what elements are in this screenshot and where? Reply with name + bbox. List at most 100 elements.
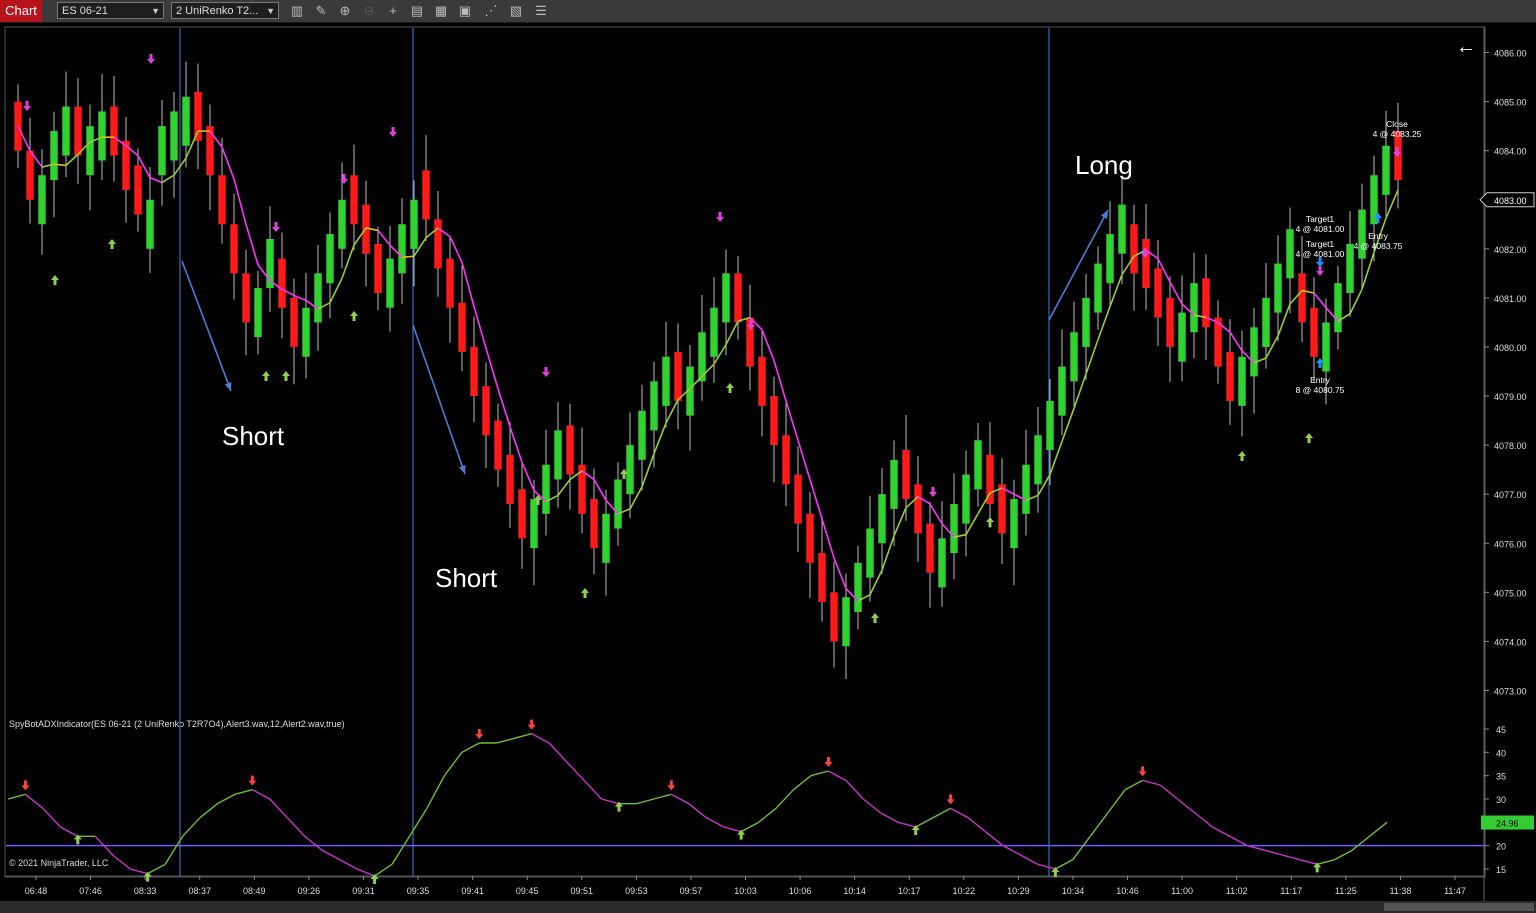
- moving-average-segment: [833, 557, 847, 589]
- candle-body: [878, 494, 886, 544]
- candle-body: [962, 474, 970, 524]
- candle-body: [1142, 239, 1150, 289]
- x-tick-label: 09:45: [516, 886, 539, 896]
- x-tick-label: 08:49: [243, 886, 266, 896]
- adx-line-segment: [182, 817, 201, 837]
- candle-body: [866, 528, 874, 578]
- more-icon[interactable]: ☰: [533, 3, 549, 19]
- buy-signal-arrow: [108, 239, 116, 249]
- trend-arrow-line: [412, 324, 466, 475]
- adx-sell-arrow: [248, 775, 257, 786]
- crosshair-icon[interactable]: +: [385, 3, 401, 19]
- candle-body: [914, 484, 922, 534]
- x-tick-label: 11:17: [1280, 886, 1302, 896]
- adx-line-segment: [199, 803, 218, 819]
- adx-line-segment: [1177, 798, 1196, 814]
- adx-line-segment: [636, 798, 655, 805]
- moving-average-segment: [149, 176, 163, 184]
- candle-body: [950, 503, 958, 554]
- adx-line-segment: [1020, 854, 1039, 865]
- candle-body: [230, 224, 238, 274]
- x-tick-label: 09:57: [680, 886, 703, 896]
- moving-average-segment: [893, 507, 907, 537]
- candle-body: [410, 199, 418, 249]
- adx-line-segment: [793, 775, 812, 791]
- candle-body: [1190, 283, 1198, 333]
- sell-signal-arrow: [1316, 266, 1324, 276]
- price-tick-label: 4080.00: [1494, 343, 1527, 353]
- adx-line-segment: [1299, 858, 1318, 866]
- adx-line-segment: [740, 821, 759, 833]
- zoom-out-icon[interactable]: ⊖: [361, 3, 377, 19]
- candle-body: [1166, 297, 1174, 347]
- chart-tab-label[interactable]: Chart: [0, 0, 42, 22]
- candle-body: [1250, 327, 1258, 377]
- adx-line-segment: [1124, 779, 1143, 791]
- adx-value-label: 24.96: [1496, 819, 1519, 829]
- bar-type-selector[interactable]: 2 UniRenko T2... ▼: [171, 2, 279, 19]
- moving-average-segment: [485, 347, 499, 389]
- price-chart[interactable]: 4086.00 4085.00 4084.00 4083.00 4082.00 4081.…: [0, 23, 1536, 913]
- adx-line-segment: [1089, 812, 1109, 837]
- horizontal-scrollbar[interactable]: [0, 901, 1536, 913]
- candle-body: [398, 224, 406, 274]
- candle-body: [722, 273, 730, 323]
- draw-pencil-icon[interactable]: ✎: [313, 3, 329, 19]
- scrollbar-thumb[interactable]: [1384, 903, 1534, 911]
- adx-line-segment: [112, 854, 131, 870]
- indicators-icon[interactable]: ⋰: [483, 3, 499, 19]
- adx-line-segment: [880, 812, 899, 823]
- trade-label: 4 @ 4081.00: [1296, 224, 1345, 234]
- templates-icon[interactable]: ▦: [433, 3, 449, 19]
- candle-body: [338, 199, 346, 249]
- plot-frame: [4, 26, 1486, 878]
- candle-body: [662, 356, 670, 406]
- x-tick-label: 09:31: [352, 886, 375, 896]
- moving-average-segment: [161, 174, 175, 184]
- candle-body: [782, 435, 790, 485]
- adx-line-segment: [304, 835, 323, 851]
- moving-average-segment: [821, 518, 835, 559]
- moving-average-segment: [377, 229, 391, 246]
- price-tick-label: 4085.00: [1494, 98, 1527, 108]
- adx-line-segment: [514, 732, 532, 740]
- candle-body: [1178, 312, 1186, 362]
- adx-line-segment: [130, 868, 148, 875]
- candle-body: [350, 175, 358, 225]
- candle-body: [1022, 464, 1030, 514]
- adx-line-segment: [967, 817, 986, 833]
- candle-body: [1202, 278, 1210, 328]
- buy-signal-arrow: [1305, 433, 1313, 443]
- moving-average-segment: [521, 461, 535, 491]
- trade-label: Close: [1386, 119, 1408, 129]
- adx-line-segment: [1351, 835, 1370, 851]
- zoom-in-icon[interactable]: ⊕: [337, 3, 353, 19]
- candle-body: [554, 430, 562, 480]
- strategies-icon[interactable]: ▧: [508, 3, 524, 19]
- adx-line-segment: [688, 803, 707, 819]
- instrument-selector[interactable]: ES 06-21 ▼: [57, 2, 164, 19]
- bars-icon[interactable]: ▥: [289, 3, 305, 19]
- candle-body: [506, 454, 514, 504]
- price-tick-label: 4086.00: [1494, 49, 1527, 59]
- adx-line-segment: [1037, 863, 1056, 870]
- sell-signal-arrow: [340, 174, 348, 184]
- candle-body: [710, 307, 718, 357]
- moving-average-segment: [761, 329, 775, 361]
- data-box-icon[interactable]: ▣: [457, 3, 473, 19]
- buy-signal-arrow: [1238, 451, 1246, 461]
- back-arrow-icon: ←: [1456, 36, 1476, 58]
- price-tick-label: 4084.00: [1494, 147, 1527, 157]
- adx-line-segment: [1002, 845, 1021, 856]
- properties-icon[interactable]: ▤: [409, 3, 425, 19]
- candle-body: [818, 553, 826, 603]
- adx-line-segment: [1229, 835, 1248, 847]
- annotation-short-1: Short: [222, 421, 285, 451]
- adx-tick-label: 20: [1496, 842, 1506, 852]
- adx-tick-label: 35: [1496, 772, 1506, 782]
- candle-body: [758, 356, 766, 406]
- instrument-value: ES 06-21: [62, 5, 108, 17]
- chevron-down-icon: ▼: [266, 6, 275, 16]
- candle-body: [974, 440, 982, 490]
- candle-body: [62, 106, 70, 156]
